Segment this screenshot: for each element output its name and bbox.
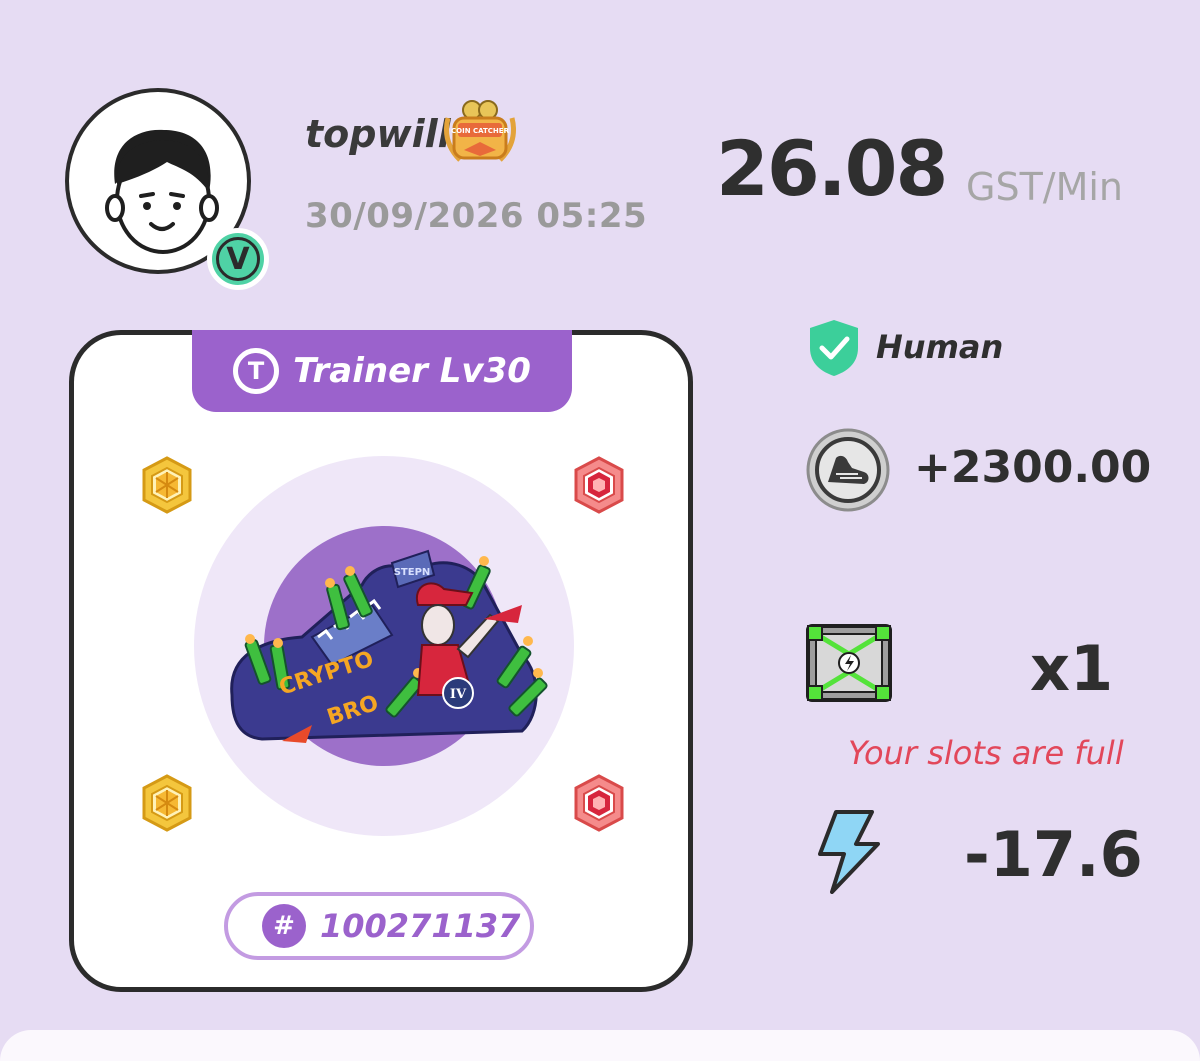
verified-badge: V [207, 228, 269, 290]
sneaker-brand-text: STEPN [394, 567, 431, 578]
sneaker-id-pill[interactable]: # 100271137 [224, 892, 534, 960]
slots-full-warning: Your slots are full [848, 734, 1124, 772]
sneaker-image-icon[interactable]: STEPN IV CRYPTO BRO [222, 545, 552, 745]
gst-coin-icon [806, 428, 890, 512]
energy-value: -17.6 [964, 818, 1143, 891]
timestamp: 30/09/2026 05:25 [305, 196, 648, 236]
yellow-gem-socket-icon[interactable] [138, 774, 196, 832]
sneaker-level-tab: T Trainer Lv30 [192, 330, 572, 412]
gst-earned-amount: +2300.00 [914, 442, 1152, 493]
bottom-sheet-edge [0, 1030, 1200, 1061]
red-gem-socket-icon[interactable] [570, 774, 628, 832]
gst-rate-unit: GST/Min [966, 165, 1124, 209]
coin-catcher-badge-icon[interactable]: COIN CATCHER [440, 98, 520, 168]
yellow-gem-socket-icon[interactable] [138, 456, 196, 514]
username: topwill [305, 112, 451, 156]
achievement-badge-text: COIN CATCHER [451, 127, 510, 135]
sneaker-art-iv-text: IV [450, 687, 467, 702]
mystery-box-icon[interactable] [806, 624, 892, 702]
shield-check-icon [810, 320, 858, 376]
red-gem-socket-icon[interactable] [570, 456, 628, 514]
trainer-type-icon: T [233, 348, 280, 394]
human-verification-label: Human [876, 328, 1004, 366]
sneaker-level-label: Trainer Lv30 [293, 351, 531, 391]
sneaker-id-number: 100271137 [320, 907, 521, 945]
energy-lightning-icon [818, 810, 880, 894]
profile-card: V topwill COIN CATCHER 30/09/2026 05:25 … [0, 0, 1200, 1061]
verified-badge-letter: V [216, 237, 260, 281]
gst-rate-value: 26.08 [716, 124, 948, 213]
hash-icon: # [262, 904, 306, 948]
mystery-box-count: x1 [1030, 632, 1114, 705]
